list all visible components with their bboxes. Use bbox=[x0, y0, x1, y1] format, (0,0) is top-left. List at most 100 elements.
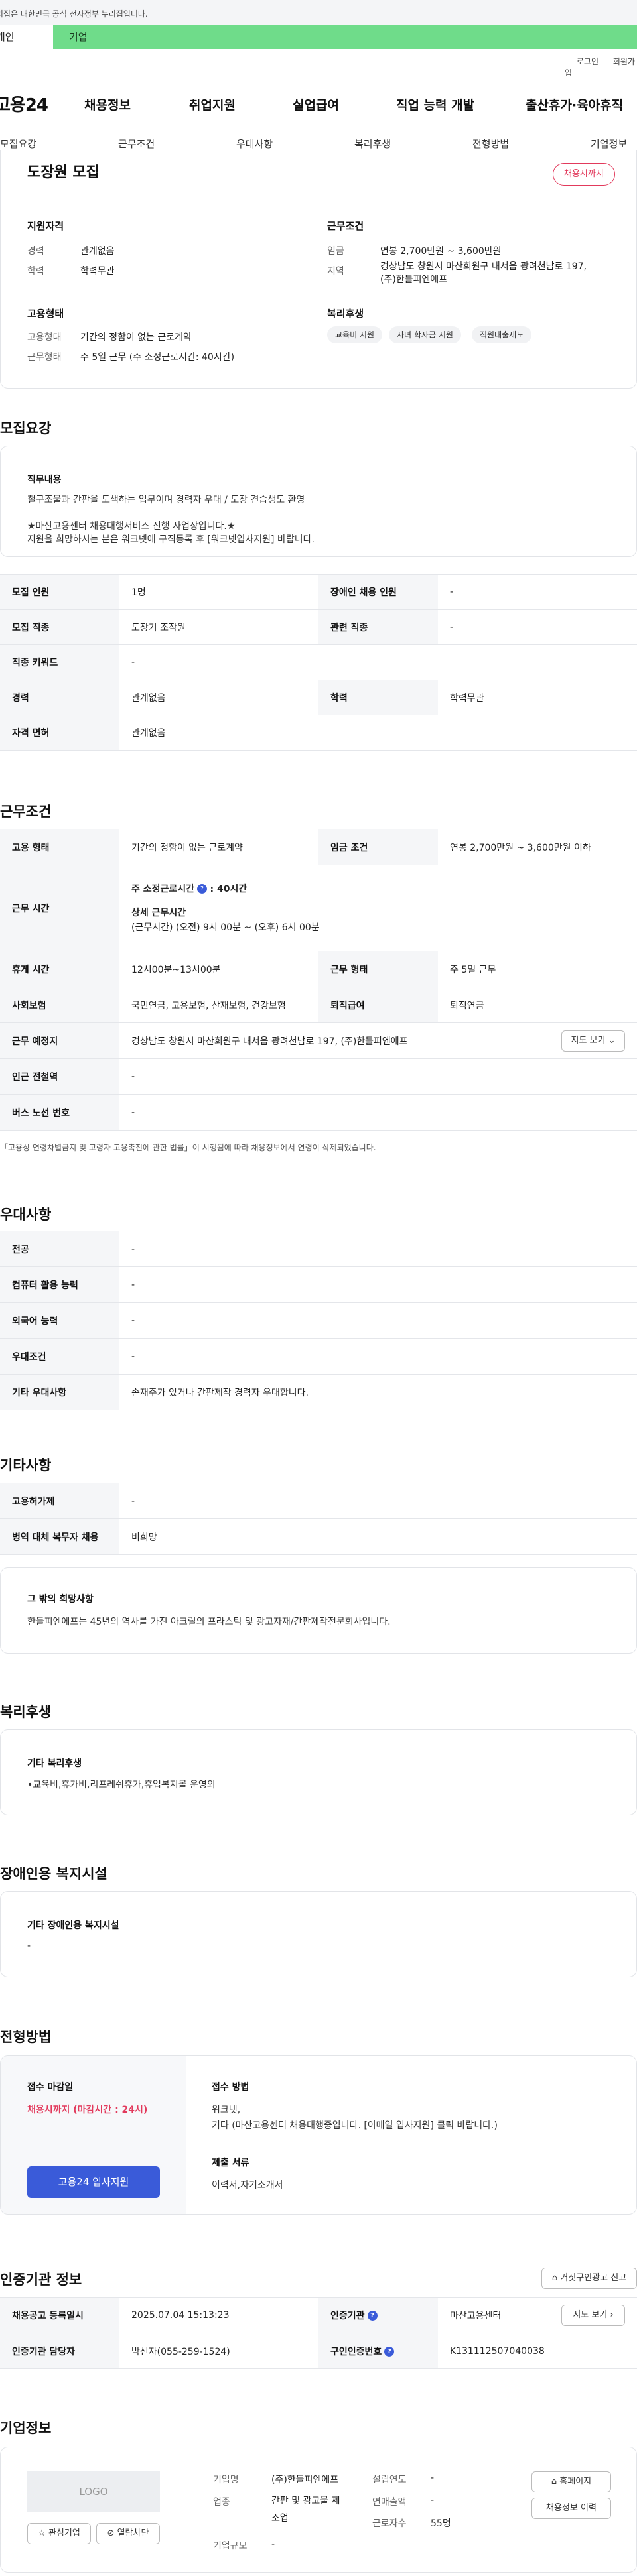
emp-heading: 고용형태 bbox=[27, 308, 64, 320]
summary-card: 도장원 모집 채용시까지 지원자격 경력 관계없음 학력 학력무관 근무조건 임… bbox=[0, 150, 637, 389]
home-icon: ⌂ bbox=[551, 2477, 557, 2486]
method-line: 워크넷, bbox=[212, 2105, 241, 2115]
section-heading-screening: 전형방법 bbox=[0, 2029, 52, 2045]
tab-personal[interactable]: 개인 bbox=[0, 25, 53, 49]
cell-value: 학력무관 bbox=[438, 680, 637, 715]
industry-label: 업종 bbox=[213, 2497, 230, 2508]
cell-value: 박선자(055-259-1524) bbox=[119, 2333, 318, 2369]
table-row: 컴퓨터 활용 능력 - bbox=[0, 1266, 637, 1303]
welfare-chip: 교육비 지원 bbox=[327, 326, 383, 343]
cell-label: 우대조건 bbox=[0, 1338, 119, 1375]
block-icon: ⊘ bbox=[107, 2528, 115, 2538]
agency-map-button-label: 지도 보기 bbox=[573, 2310, 608, 2320]
gov-banner: 이 누리집은 대한민국 공식 전자정부 누리집입니다. bbox=[0, 0, 637, 25]
cell-label: 고용 형태 bbox=[0, 829, 119, 865]
gnb-menu-training[interactable]: 직업 능력 개발 bbox=[396, 95, 474, 113]
founded-value: - bbox=[431, 2473, 435, 2483]
duty-heading: 직무내용 bbox=[27, 475, 62, 485]
deadline-heading: 접수 마감일 bbox=[27, 2082, 74, 2093]
gnb-menu-employment-support[interactable]: 취업지원 bbox=[189, 95, 236, 113]
wish-text: 한들피엔에프는 45년의 역사를 가진 아크릴의 프라스틱 및 광고자재/간판제… bbox=[27, 1617, 391, 1627]
cell-label: 고용허가제 bbox=[0, 1483, 119, 1519]
cell-value: - bbox=[119, 1483, 637, 1519]
table-row: 경력 관계없음 학력 학력무관 bbox=[0, 680, 637, 715]
user-type-bar: 개인 기업 bbox=[0, 25, 637, 49]
section-heading-conditions: 근무조건 bbox=[0, 804, 52, 820]
section-nav-recruit[interactable]: 모집요강 bbox=[0, 137, 36, 151]
career-label: 경력 bbox=[27, 246, 44, 257]
info-icon[interactable]: ? bbox=[197, 884, 208, 894]
cell-label: 인증기관? bbox=[318, 2297, 438, 2333]
table-row: 근무 시간 주 소정근로시간? : 40시간 상세 근무시간 (근무시간) (오… bbox=[0, 865, 637, 951]
cell-label: 관련 직종 bbox=[318, 609, 438, 645]
cell-label: 기타 우대사항 bbox=[0, 1374, 119, 1410]
cell-value: 2025.07.04 15:13:23 bbox=[119, 2297, 318, 2333]
section-heading-recruit: 모집요강 bbox=[0, 420, 52, 436]
cell-value: 마산고용센터 지도 보기 › bbox=[438, 2297, 637, 2333]
career-value: 관계없음 bbox=[80, 246, 115, 257]
cell-value: 도장기 조작원 bbox=[119, 609, 318, 645]
cell-value: - bbox=[119, 1094, 637, 1131]
homepage-button[interactable]: ⌂ 홈페이지 bbox=[531, 2471, 611, 2492]
disability-sub-heading: 기타 장애인용 복지시설 bbox=[27, 1920, 119, 1931]
top-links: 로그인 회원가입 bbox=[565, 56, 637, 78]
cell-value: 퇴직연금 bbox=[438, 987, 637, 1023]
map-button[interactable]: 지도 보기 ⌄ bbox=[561, 1030, 625, 1052]
section-nav-conditions[interactable]: 근무조건 bbox=[118, 137, 155, 151]
signup-link[interactable]: 회원가입 bbox=[565, 57, 635, 78]
wish-heading: 그 밖의 희망사항 bbox=[27, 1594, 94, 1605]
table-row: 채용공고 등록일시 2025.07.04 15:13:23 인증기관? 마산고용… bbox=[0, 2297, 637, 2333]
section-nav-screening[interactable]: 전형방법 bbox=[472, 137, 509, 151]
section-nav-company[interactable]: 기업정보 bbox=[591, 137, 627, 151]
cell-value: 1명 bbox=[119, 574, 318, 610]
info-icon[interactable]: ? bbox=[384, 2347, 395, 2357]
disability-card: 기타 장애인용 복지시설 - bbox=[0, 1891, 637, 1977]
report-button[interactable]: ⌂ 거짓구인광고 신고 bbox=[541, 2268, 637, 2289]
company-name-label: 기업명 bbox=[213, 2475, 239, 2485]
apply-button[interactable]: 고용24 입사지원 bbox=[27, 2166, 160, 2198]
company-logo-placeholder: LOGO bbox=[27, 2471, 160, 2512]
cell-value: - bbox=[119, 1231, 637, 1267]
info-icon[interactable]: ? bbox=[367, 2311, 378, 2321]
method-line: 기타 (마산고용센터 채용대행중입니다. [이메일 입사지원] 클릭 바랍니다.… bbox=[212, 2120, 498, 2131]
section-nav-welfare[interactable]: 복리후생 bbox=[354, 137, 391, 151]
wage-label: 임금 bbox=[327, 246, 344, 257]
duty-line: 철구조물과 간판을 도색하는 업무이며 경력자 우대 / 도장 견습생도 환영 bbox=[27, 495, 305, 505]
homepage-label: 홈페이지 bbox=[559, 2477, 592, 2486]
favorite-label: 관심기업 bbox=[48, 2528, 80, 2538]
edu-value: 학력무관 bbox=[80, 266, 115, 276]
agency-map-button[interactable]: 지도 보기 › bbox=[561, 2305, 625, 2326]
worktype-value: 주 5일 근무 (주 소정근로시간: 40시간) bbox=[80, 352, 235, 363]
cell-label: 휴게 시간 bbox=[0, 951, 119, 987]
cell-value: 손재주가 있거나 간판제작 경력자 우대합니다. bbox=[119, 1374, 637, 1410]
table-row: 인증기관 담당자 박선자(055-259-1524) 구인인증번호? K1311… bbox=[0, 2333, 637, 2369]
cell-value: 관계없음 bbox=[119, 715, 637, 751]
cell-label: 근무 형태 bbox=[318, 951, 438, 987]
time-detail-value: (근무시간) (오전) 9시 00분 ~ (오후) 6시 00분 bbox=[131, 922, 320, 933]
welfare-heading: 복리후생 bbox=[327, 308, 364, 320]
site-logo[interactable]: 고용24 bbox=[0, 92, 48, 116]
emptype-value: 기간의 정함이 없는 근로계약 bbox=[80, 332, 192, 343]
chevron-right-icon: › bbox=[610, 2310, 614, 2320]
region-label: 지역 bbox=[327, 266, 344, 276]
table-row: 고용허가제 - bbox=[0, 1483, 637, 1519]
job-history-button[interactable]: 채용정보 이력 bbox=[531, 2498, 611, 2519]
disability-text: - bbox=[27, 1941, 31, 1951]
docs-value: 이력서,자기소개서 bbox=[212, 2180, 283, 2191]
table-row: 병역 대체 복무자 채용 비희망 bbox=[0, 1518, 637, 1555]
gnb-menu-unemployment[interactable]: 실업급여 bbox=[293, 95, 339, 113]
tab-company[interactable]: 기업 bbox=[69, 25, 88, 49]
section-nav-preference[interactable]: 우대사항 bbox=[236, 137, 273, 151]
gnb-menu-jobs[interactable]: 채용정보 bbox=[84, 95, 131, 113]
table-row: 외국어 능력 - bbox=[0, 1302, 637, 1339]
login-link[interactable]: 로그인 bbox=[577, 57, 599, 66]
block-view-button[interactable]: ⊘ 열람차단 bbox=[96, 2523, 160, 2544]
welfare-sub-heading: 기타 복리후생 bbox=[27, 1758, 82, 1769]
gnb-menu-leave[interactable]: 출산휴가·육아휴직 bbox=[526, 95, 623, 113]
employees-value: 55명 bbox=[431, 2518, 451, 2529]
table-row: 사회보험 국민연금, 고용보험, 산재보험, 건강보험 퇴직급여 퇴직연금 bbox=[0, 987, 637, 1023]
weekly-hours-value: : 40시간 bbox=[210, 883, 248, 894]
table-row: 근무 예정지 경상남도 창원시 마산회원구 내서읍 광려천남로 197, (주)… bbox=[0, 1022, 637, 1059]
table-row: 직종 키워드 - bbox=[0, 644, 637, 680]
favorite-company-button[interactable]: ☆ 관심기업 bbox=[27, 2523, 91, 2544]
